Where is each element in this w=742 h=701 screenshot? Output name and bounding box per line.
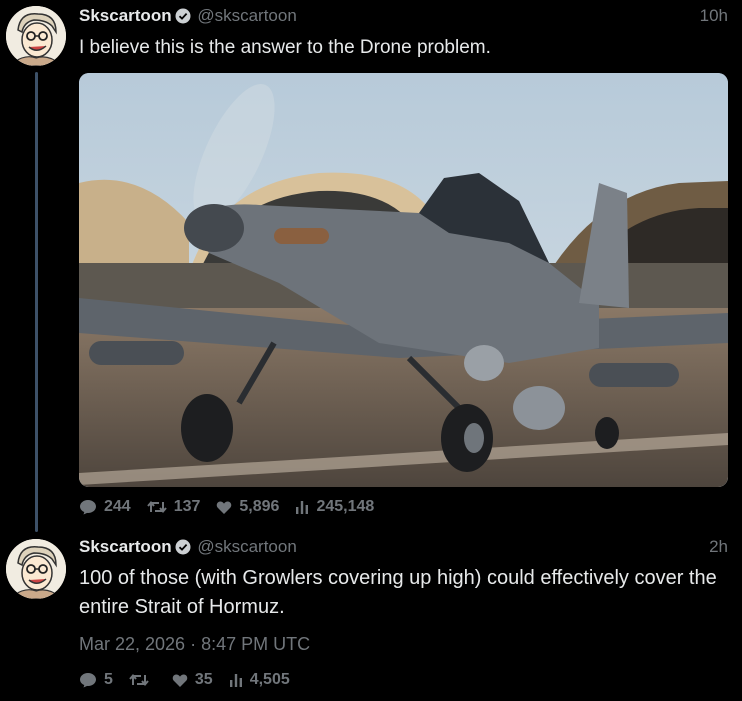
tweet-time[interactable]: 2h <box>709 535 728 559</box>
avatar-image <box>6 6 66 66</box>
reply-icon <box>80 673 96 688</box>
tweet-text: 100 of those (with Growlers covering up … <box>79 567 717 618</box>
retweet-icon <box>129 673 149 687</box>
thread-line <box>35 72 38 532</box>
tweet-date[interactable]: Mar 22, 2026 · 8:47 PM UTC <box>79 634 728 655</box>
tweet-text: I believe this is the answer to the Dron… <box>79 37 491 58</box>
like-icon <box>172 674 188 687</box>
retweet-stat[interactable] <box>129 672 156 688</box>
tweet-image[interactable] <box>79 73 728 487</box>
author-name[interactable]: Skscartoon <box>79 6 172 25</box>
retweet-stat[interactable]: 137 <box>146 498 201 516</box>
like-count: 5,896 <box>239 498 280 515</box>
tweet-header: Skscartoon @skscartoon 2h <box>79 535 728 559</box>
like-stat[interactable]: 35 <box>172 671 213 689</box>
tweet-header: Skscartoon @skscartoon 10h <box>79 4 728 28</box>
tweet-time[interactable]: 10h <box>700 4 728 28</box>
reply-count: 244 <box>104 498 131 515</box>
views-count: 245,148 <box>316 498 375 515</box>
verified-icon <box>175 7 191 31</box>
aircraft-photo <box>79 73 728 487</box>
views-count: 4,505 <box>249 671 290 688</box>
retweet-icon <box>146 500 167 514</box>
views-icon <box>229 674 242 687</box>
avatar-image <box>6 539 66 599</box>
author-name[interactable]: Skscartoon <box>79 537 172 556</box>
reply-count: 5 <box>104 671 113 688</box>
tweet-2[interactable]: Skscartoon @skscartoon 2h 100 of those (… <box>79 535 728 692</box>
views-stat[interactable]: 4,505 <box>229 671 290 689</box>
retweet-count: 137 <box>173 498 201 515</box>
views-icon <box>296 501 309 514</box>
verified-icon <box>175 538 191 562</box>
like-icon <box>217 501 232 514</box>
avatar[interactable] <box>6 539 66 599</box>
reply-icon <box>80 500 96 515</box>
tweet-stats: 244 137 5,896 245,148 <box>79 495 728 519</box>
views-stat[interactable]: 245,148 <box>295 498 374 516</box>
like-count: 35 <box>194 671 213 688</box>
tweet-stats: 5 35 4,505 <box>79 668 728 692</box>
tweet-1[interactable]: Skscartoon @skscartoon 10h I believe thi… <box>79 4 728 519</box>
author-handle[interactable]: @skscartoon <box>197 537 296 556</box>
reply-stat[interactable]: 244 <box>79 498 131 516</box>
reply-stat[interactable]: 5 <box>79 671 113 689</box>
avatar[interactable] <box>6 6 66 66</box>
author-handle[interactable]: @skscartoon <box>197 6 296 25</box>
like-stat[interactable]: 5,896 <box>216 498 279 516</box>
